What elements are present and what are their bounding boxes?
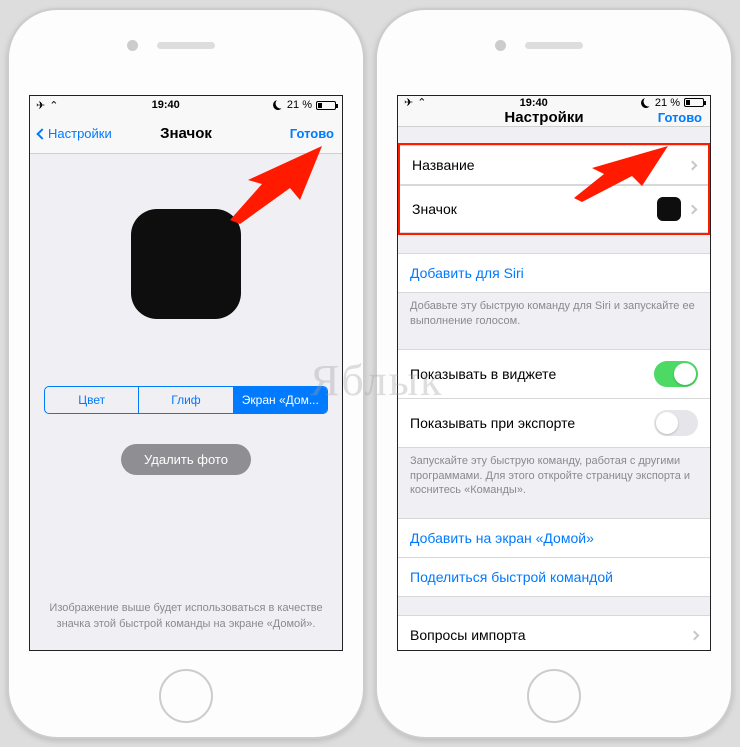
annotation-arrow <box>230 144 326 224</box>
siri-note: Добавьте эту быструю команду для Siri и … <box>398 293 710 331</box>
speaker <box>525 42 583 49</box>
toggle-widget[interactable] <box>654 361 698 387</box>
footer-note: Изображение выше будет использоваться в … <box>30 589 342 650</box>
wifi-icon: ⌃ <box>49 99 58 112</box>
clock: 19:40 <box>152 99 180 111</box>
row-share[interactable]: Поделиться быстрой командой <box>398 558 710 597</box>
chevron-right-icon <box>688 204 698 214</box>
chevron-right-icon <box>690 630 700 640</box>
home-button[interactable] <box>527 669 581 723</box>
airplane-icon: ✈ <box>36 99 45 112</box>
airplane-icon: ✈ <box>404 96 413 109</box>
battery-icon <box>684 98 704 107</box>
screen-settings: ✈⌃ 19:40 21 % Настройки Готово Название … <box>397 95 711 651</box>
speaker <box>157 42 215 49</box>
seg-glyph[interactable]: Глиф <box>139 387 233 413</box>
dnd-icon <box>271 98 285 112</box>
chevron-right-icon <box>688 160 698 170</box>
battery-icon <box>316 101 336 110</box>
delete-photo-button[interactable]: Удалить фото <box>121 444 251 475</box>
toggle-export[interactable] <box>654 410 698 436</box>
status-bar: ✈ ⌃ 19:40 21 % <box>30 96 342 114</box>
front-camera <box>495 40 506 51</box>
row-show-export[interactable]: Показывать при экспорте <box>398 399 710 448</box>
chevron-left-icon <box>36 128 47 139</box>
annotation-arrow <box>574 144 670 202</box>
row-add-siri[interactable]: Добавить для Siri <box>398 253 710 293</box>
nav-title: Настройки <box>504 109 583 126</box>
nav-title: Значок <box>160 125 212 142</box>
home-button[interactable] <box>159 669 213 723</box>
export-note: Запускайте эту быструю команду, работая … <box>398 448 710 501</box>
row-add-home[interactable]: Добавить на экран «Домой» <box>398 518 710 558</box>
screen-icon-editor: ✈ ⌃ 19:40 21 % Настройки Значок Готово Цв… <box>29 95 343 651</box>
row-import-questions[interactable]: Вопросы импорта <box>398 615 710 651</box>
battery-percent: 21 % <box>655 97 680 109</box>
battery-percent: 21 % <box>287 99 312 111</box>
phone-left: ✈ ⌃ 19:40 21 % Настройки Значок Готово Цв… <box>7 8 365 739</box>
dnd-icon <box>639 96 653 110</box>
clock: 19:40 <box>520 97 548 109</box>
done-button[interactable]: Готово <box>254 126 334 141</box>
seg-home-screen[interactable]: Экран «Дом... <box>234 387 327 413</box>
wifi-icon: ⌃ <box>417 96 426 109</box>
row-show-widget[interactable]: Показывать в виджете <box>398 349 710 399</box>
segmented-control[interactable]: Цвет Глиф Экран «Дом... <box>44 386 328 414</box>
phone-right: ✈⌃ 19:40 21 % Настройки Готово Название … <box>375 8 733 739</box>
icon-preview[interactable] <box>131 209 241 319</box>
done-button[interactable]: Готово <box>622 110 702 125</box>
back-button[interactable]: Настройки <box>38 126 118 141</box>
front-camera <box>127 40 138 51</box>
seg-color[interactable]: Цвет <box>45 387 139 413</box>
status-bar: ✈ ⌃ 19:40 21 % <box>398 96 710 109</box>
nav-bar: Настройки Готово <box>398 109 710 127</box>
